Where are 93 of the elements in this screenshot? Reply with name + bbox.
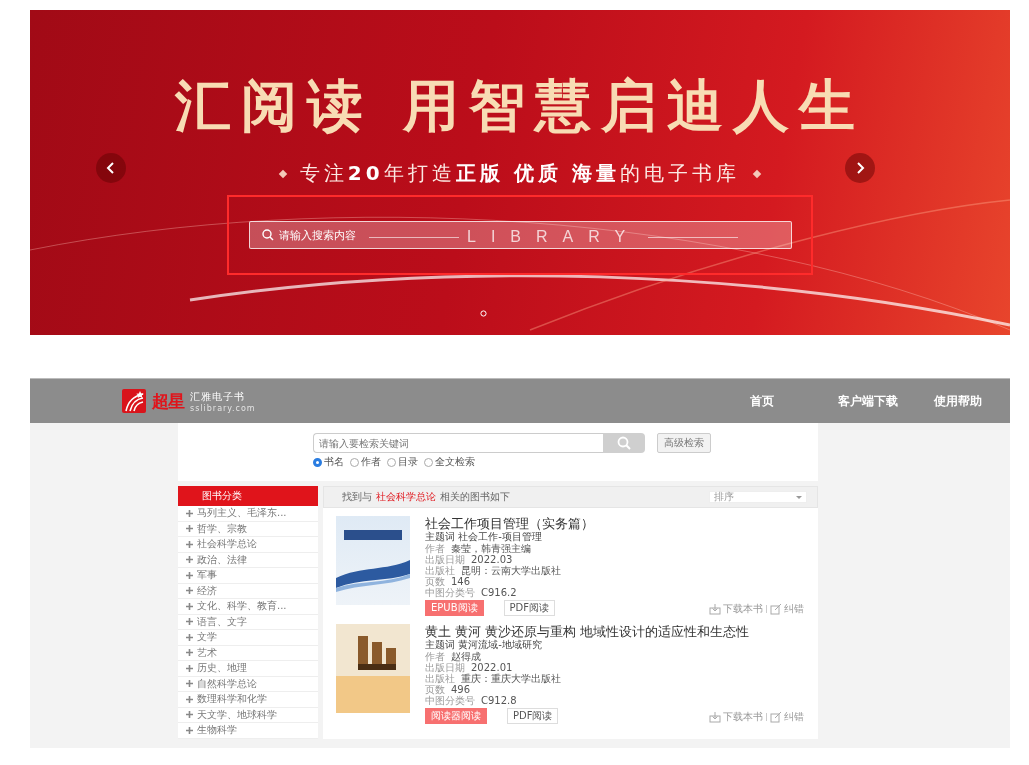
brand-name: 汇雅电子书 — [190, 389, 246, 404]
category-item[interactable]: 文化、科学、教育... — [178, 599, 318, 615]
nav-link[interactable]: 使用帮助 — [916, 392, 1000, 410]
field-value: 赵得成 — [451, 651, 481, 662]
keyword-search-field[interactable]: 请输入要检索关键词 — [313, 433, 603, 453]
field-label: 出版社 — [425, 673, 455, 684]
radio-label[interactable]: 全文检索 — [435, 455, 475, 469]
book-cover[interactable] — [336, 516, 410, 605]
results-text: 找到与 — [342, 490, 372, 504]
plus-icon — [186, 680, 193, 688]
book-subject: 主题词 黄河流域-地域研究 — [425, 639, 543, 651]
field-label: 页数 — [425, 576, 445, 587]
category-item[interactable]: 数理科学和化学 — [178, 692, 318, 708]
edit-icon — [770, 711, 782, 723]
read-button[interactable]: PDF阅读 — [507, 708, 559, 724]
chevron-left-icon — [106, 162, 116, 174]
nav-link[interactable]: 首页 — [732, 392, 792, 410]
field-label: 作者 — [425, 543, 445, 554]
field-label: 中图分类号 — [425, 695, 475, 706]
radio-button[interactable] — [424, 457, 433, 467]
radio-label[interactable]: 目录 — [398, 455, 418, 469]
plus-icon — [186, 711, 193, 719]
plus-icon — [186, 618, 193, 626]
book-action-link[interactable]: 纠错 — [770, 602, 804, 616]
read-button[interactable]: EPUB阅读 — [425, 600, 484, 616]
field-value: C912.8 — [481, 695, 517, 706]
results-text: 相关的图书如下 — [440, 490, 510, 504]
category-item[interactable]: 历史、地理 — [178, 661, 318, 677]
field-label: 中图分类号 — [425, 587, 475, 598]
field-value: 昆明：云南大学出版社 — [461, 565, 561, 576]
field-value: 496 — [451, 684, 471, 695]
category-header: 图书分类 — [178, 486, 318, 506]
field-label: 作者 — [425, 651, 445, 662]
book-subject: 主题词 社会工作-项目管理 — [425, 531, 543, 543]
library-caption: LIBRARY — [467, 228, 641, 246]
category-item[interactable]: 生物科学 — [178, 723, 318, 739]
plus-icon — [186, 525, 193, 533]
nav-link[interactable]: 客户端下载 — [820, 392, 916, 410]
plus-icon — [186, 509, 193, 517]
book-title[interactable]: 黄土 黄河 黄沙还原与重构 地域性设计的适应性和生态性 — [425, 624, 804, 639]
book-action-link[interactable]: 纠错 — [770, 710, 804, 724]
plus-icon — [186, 633, 193, 641]
book-action-link[interactable]: 下载本书 — [709, 602, 763, 616]
search-icon — [617, 436, 631, 450]
download-icon — [709, 711, 721, 723]
radio-label[interactable]: 书名 — [324, 455, 344, 469]
plus-icon — [186, 602, 193, 610]
field-value: 秦莹，韩青强主编 — [451, 543, 531, 554]
download-icon — [709, 603, 721, 615]
field-value: 重庆：重庆大学出版社 — [461, 673, 561, 684]
book-action-link[interactable]: 下载本书 — [709, 710, 763, 724]
read-button[interactable]: PDF阅读 — [503, 600, 555, 616]
field-value: C916.2 — [481, 587, 517, 598]
chevron-right-icon — [855, 162, 865, 174]
plus-icon — [186, 556, 193, 564]
next-slide-button[interactable] — [845, 153, 875, 183]
plus-icon — [186, 571, 193, 579]
plus-icon — [186, 695, 193, 703]
field-label: 出版日期 — [425, 662, 465, 673]
category-item[interactable]: 社会科学总论 — [178, 537, 318, 553]
category-item[interactable]: 马列主义、毛泽东... — [178, 506, 318, 522]
previous-slide-button[interactable] — [96, 153, 126, 183]
category-item[interactable]: 文学 — [178, 630, 318, 646]
field-label: 页数 — [425, 684, 445, 695]
plus-icon — [186, 540, 193, 548]
plus-icon — [186, 649, 193, 657]
slide-indicator-icon[interactable] — [480, 310, 487, 317]
radio-button[interactable] — [350, 457, 359, 467]
logo-wordmark: 超星 — [152, 389, 184, 413]
plus-icon — [186, 726, 193, 734]
banner-headline: 汇阅读 用智慧启迪人生 — [175, 71, 865, 140]
results-keyword: 社会科学总论 — [376, 490, 436, 504]
field-value: 2022.03 — [471, 554, 513, 565]
book-title[interactable]: 社会工作项目管理（实务篇） — [425, 516, 804, 531]
book-cover[interactable] — [336, 624, 410, 713]
category-item[interactable]: 军事 — [178, 568, 318, 584]
field-label: 出版社 — [425, 565, 455, 576]
field-value: 2022.01 — [471, 662, 513, 673]
field-value: 146 — [451, 576, 471, 587]
field-label: 出版日期 — [425, 554, 465, 565]
advanced-search-button[interactable]: 高级检索 — [657, 433, 711, 453]
read-button[interactable]: 阅读器阅读 — [425, 708, 487, 724]
search-icon — [261, 229, 274, 241]
edit-icon — [770, 603, 782, 615]
radio-button[interactable] — [387, 457, 396, 467]
brand-domain: sslibrary.com — [190, 403, 256, 413]
plus-icon — [186, 587, 193, 595]
plus-icon — [186, 664, 193, 672]
radio-button[interactable] — [313, 457, 322, 467]
banner-tagline: 专注20年打造正版 优质 海量的电子书库 — [299, 160, 741, 187]
radio-label[interactable]: 作者 — [361, 455, 381, 469]
logo-mark-icon — [122, 389, 146, 413]
sort-dropdown[interactable]: 排序 — [709, 491, 807, 503]
